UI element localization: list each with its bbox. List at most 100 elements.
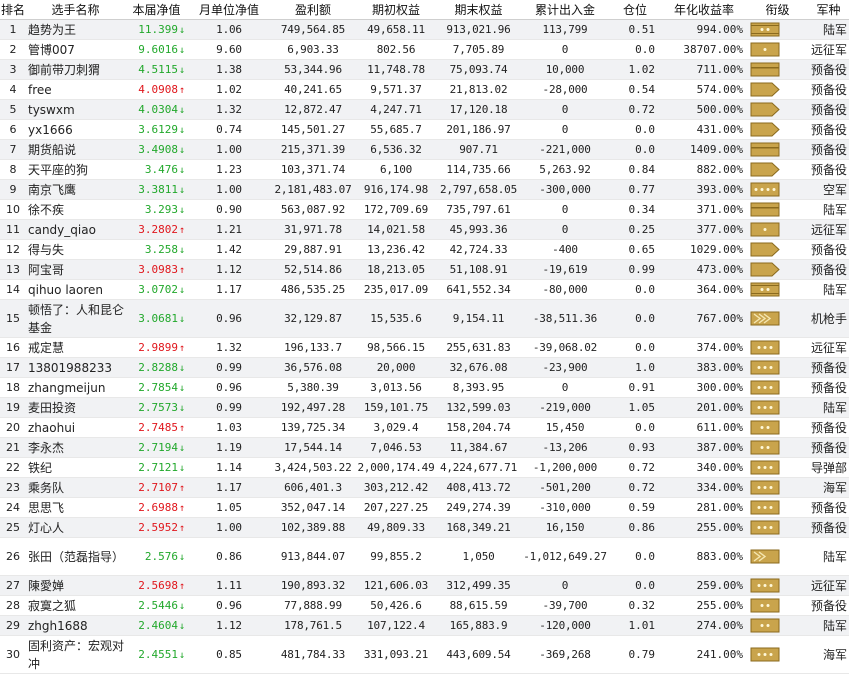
player-name-link[interactable]: 管博007	[26, 39, 125, 60]
nav-value: 2.7121	[138, 461, 178, 474]
table-row[interactable]: 30 固利资产：宏观对冲 2.4551↓ 0.85 481,784.33 331,093.…	[0, 635, 849, 674]
nav-cell: 3.6129↓	[125, 119, 188, 140]
table-row[interactable]: 23 乘务队 2.7107↑ 1.17 606,401.3 303,212.42 408,4…	[0, 477, 849, 498]
table-row[interactable]: 15 顿悟了：人和昆仑基金 3.0681↓ 0.96 32,129.87 15,535.6…	[0, 299, 849, 338]
final-equity-cell: 1,050	[436, 537, 521, 576]
col-header-rank[interactable]: 排名	[0, 0, 26, 20]
unit-nav-cell: 1.32	[188, 99, 270, 120]
table-row[interactable]: 11 candy_qiao 3.2802↑ 1.21 31,971.78 14,021.5…	[0, 219, 849, 240]
player-name-link[interactable]: 陳愛婵	[26, 575, 125, 596]
table-row[interactable]: 27 陳愛婵 2.5698↑ 1.11 190,893.32 121,606.03 312,…	[0, 575, 849, 596]
player-name-link[interactable]: 张田（范磊指导）	[26, 537, 125, 576]
table-row[interactable]: 4 free 4.0908↑ 1.02 40,241.65 9,571.37 21,813.…	[0, 79, 849, 100]
player-name-link[interactable]: 戒定慧	[26, 337, 125, 358]
military-rank-icon	[750, 182, 780, 197]
player-name-link[interactable]: 顿悟了：人和昆仑基金	[26, 299, 125, 338]
player-name-link[interactable]: 13801988233	[26, 357, 125, 378]
col-header-unit-nav[interactable]: 月单位净值	[188, 0, 270, 20]
table-row[interactable]: 5 tyswxm 4.0304↓ 1.32 12,872.47 4,247.71 17,12…	[0, 99, 849, 120]
col-header-position[interactable]: 仓位	[609, 0, 661, 20]
table-row[interactable]: 9 南京飞鹰 3.3811↓ 1.00 2,181,483.07 916,174.98 2,…	[0, 179, 849, 200]
player-name-link[interactable]: zhgh1688	[26, 615, 125, 636]
player-name-link[interactable]: 期货船说	[26, 139, 125, 160]
table-row[interactable]: 2 管博007 9.6016↓ 9.60 6,903.33 802.56 7,705.89 0…	[0, 39, 849, 60]
initial-equity-cell: 121,606.03	[356, 575, 436, 596]
annual-return-cell: 371.00%	[661, 199, 747, 220]
table-row[interactable]: 29 zhgh1688 2.4604↓ 1.12 178,761.5 107,122.4 1…	[0, 615, 849, 636]
table-row[interactable]: 13 阿宝哥 3.0983↑ 1.12 52,514.86 18,213.05 51,108…	[0, 259, 849, 280]
net-flow-cell: 15,450	[521, 417, 609, 438]
position-cell: 0.72	[609, 477, 661, 498]
player-name-link[interactable]: 得与失	[26, 239, 125, 260]
table-row[interactable]: 19 麦田投资 2.7573↓ 0.99 192,497.28 159,101.75 132…	[0, 397, 849, 418]
initial-equity-cell: 99,855.2	[356, 537, 436, 576]
col-header-name[interactable]: 选手名称	[26, 0, 125, 20]
col-header-final-equity[interactable]: 期末权益	[436, 0, 521, 20]
rank-cell: 21	[0, 437, 26, 458]
col-header-net-flow[interactable]: 累计出入金	[521, 0, 609, 20]
table-row[interactable]: 10 徐不疾 3.293↓ 0.90 563,087.92 172,709.69 735,7…	[0, 199, 849, 220]
table-row[interactable]: 6 yx1666 3.6129↓ 0.74 145,501.27 55,685.7 201,…	[0, 119, 849, 140]
player-name-link[interactable]: candy_qiao	[26, 219, 125, 240]
table-row[interactable]: 26 张田（范磊指导） 2.576↓ 0.86 913,844.07 99,855.2 1,…	[0, 537, 849, 576]
player-name-link[interactable]: 固利资产：宏观对冲	[26, 635, 125, 674]
ranking-table: 排名 选手名称 本届净值 月单位净值 盈利额 期初权益 期末权益 累计出入金 仓…	[0, 0, 849, 674]
player-name-link[interactable]: free	[26, 79, 125, 100]
player-name-link[interactable]: 寂寞之狐	[26, 595, 125, 616]
final-equity-cell: 255,631.83	[436, 337, 521, 358]
service-arm-cell: 陆军	[808, 199, 849, 220]
col-header-initial-equity[interactable]: 期初权益	[356, 0, 436, 20]
final-equity-cell: 45,993.36	[436, 219, 521, 240]
table-row[interactable]: 22 铁纪 2.7121↓ 1.14 3,424,503.22 2,000,174.49 4…	[0, 457, 849, 478]
table-row[interactable]: 24 思思飞 2.6988↑ 1.05 352,047.14 207,227.25 249,…	[0, 497, 849, 518]
unit-nav-cell: 0.86	[188, 537, 270, 576]
table-row[interactable]: 21 李永杰 2.7194↓ 1.19 17,544.14 7,046.53 11,384.…	[0, 437, 849, 458]
col-header-rank-badge[interactable]: 衔级	[747, 0, 808, 20]
player-name-link[interactable]: 趋势为王	[26, 19, 125, 40]
col-header-profit[interactable]: 盈利额	[270, 0, 356, 20]
table-row[interactable]: 20 zhaohui 2.7485↑ 1.03 139,725.34 3,029.4 158…	[0, 417, 849, 438]
player-name-link[interactable]: qihuo laoren	[26, 279, 125, 300]
col-header-nav[interactable]: 本届净值	[125, 0, 188, 20]
table-row[interactable]: 25 灯心人 2.5952↑ 1.00 102,389.88 49,809.33 168,3…	[0, 517, 849, 538]
player-name-link[interactable]: zhangmeijun	[26, 377, 125, 398]
table-row[interactable]: 1 趋势为王 11.399↓ 1.06 749,564.85 49,658.11 913,0…	[0, 19, 849, 40]
table-row[interactable]: 17 13801988233 2.8288↓ 0.99 36,576.08 20,000 3…	[0, 357, 849, 378]
net-flow-cell: -1,012,649.27	[521, 537, 609, 576]
arrow-down-icon: ↓	[178, 285, 185, 296]
table-row[interactable]: 7 期货船说 3.4908↓ 1.00 215,371.39 6,536.32 907.71…	[0, 139, 849, 160]
player-name-link[interactable]: yx1666	[26, 119, 125, 140]
player-name-link[interactable]: 铁纪	[26, 457, 125, 478]
net-flow-cell: -219,000	[521, 397, 609, 418]
player-name-link[interactable]: 天平座的狗	[26, 159, 125, 180]
table-row[interactable]: 18 zhangmeijun 2.7854↓ 0.96 5,380.39 3,013.56…	[0, 377, 849, 398]
col-header-annual-return[interactable]: 年化收益率	[661, 0, 747, 20]
table-row[interactable]: 28 寂寞之狐 2.5446↓ 0.96 77,888.99 50,426.6 88,615…	[0, 595, 849, 616]
player-name-link[interactable]: 灯心人	[26, 517, 125, 538]
player-name-link[interactable]: 思思飞	[26, 497, 125, 518]
annual-return-cell: 473.00%	[661, 259, 747, 280]
col-header-service-arm[interactable]: 军种	[808, 0, 849, 20]
nav-value: 9.6016	[138, 43, 178, 56]
rank-cell: 29	[0, 615, 26, 636]
initial-equity-cell: 15,535.6	[356, 299, 436, 338]
player-name-link[interactable]: 御前带刀刺猬	[26, 59, 125, 80]
player-name-link[interactable]: zhaohui	[26, 417, 125, 438]
military-rank-icon	[750, 420, 780, 435]
net-flow-cell: -1,200,000	[521, 457, 609, 478]
player-name-link[interactable]: 李永杰	[26, 437, 125, 458]
player-name-link[interactable]: 麦田投资	[26, 397, 125, 418]
player-name-link[interactable]: tyswxm	[26, 99, 125, 120]
position-cell: 0.0	[609, 39, 661, 60]
arrow-up-icon: ↑	[178, 483, 185, 494]
table-row[interactable]: 8 天平座的狗 3.476↓ 1.23 103,371.74 6,100 114,735.6…	[0, 159, 849, 180]
table-row[interactable]: 12 得与失 3.258↓ 1.42 29,887.91 13,236.42 42,724.…	[0, 239, 849, 260]
table-row[interactable]: 3 御前带刀刺猬 4.5115↓ 1.38 53,344.96 11,748.78 75,0…	[0, 59, 849, 80]
player-name-link[interactable]: 阿宝哥	[26, 259, 125, 280]
player-name-link[interactable]: 南京飞鹰	[26, 179, 125, 200]
position-cell: 0.0	[609, 575, 661, 596]
player-name-link[interactable]: 乘务队	[26, 477, 125, 498]
table-row[interactable]: 16 戒定慧 2.9899↑ 1.32 196,133.7 98,566.15 255,63…	[0, 337, 849, 358]
player-name-link[interactable]: 徐不疾	[26, 199, 125, 220]
table-row[interactable]: 14 qihuo laoren 3.0702↓ 1.17 486,535.25 235,0…	[0, 279, 849, 300]
